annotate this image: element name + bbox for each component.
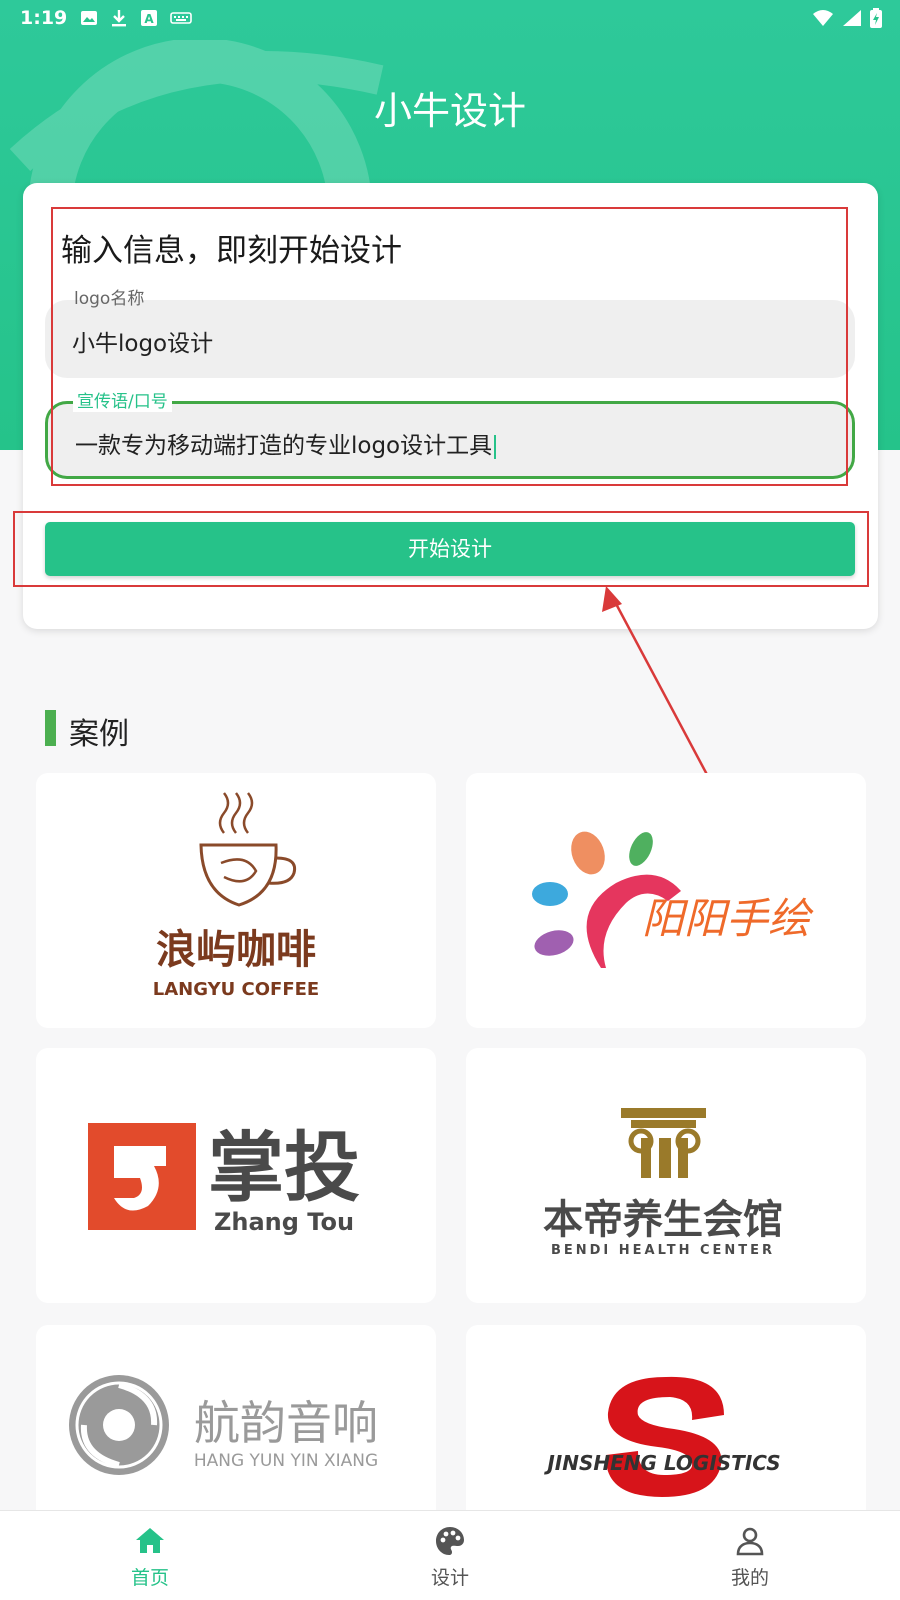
user-icon [736, 1527, 764, 1556]
download-icon [112, 10, 126, 27]
case-card[interactable]: 掌投 Zhang Tou [36, 1048, 436, 1303]
nav-home[interactable]: 首页 [70, 1511, 230, 1600]
slogan-field[interactable]: 宣传语/口号 一款专为移动端打造的专业logo设计工具 [45, 387, 855, 479]
font-icon: A [141, 10, 157, 26]
battery-icon [870, 8, 882, 28]
image-icon [81, 11, 97, 25]
design-input-card: 输入信息，即刻开始设计 logo名称 小牛logo设计 宣传语/口号 一款专为移… [23, 183, 878, 629]
case-name-3: 掌投 [208, 1123, 360, 1212]
start-design-button[interactable]: 开始设计 [45, 522, 855, 576]
svg-text:A: A [144, 12, 154, 26]
logo-name-input[interactable]: 小牛logo设计 [72, 324, 213, 358]
status-system-icons [812, 8, 882, 28]
logo-handpaint: 阳阳手绘 [532, 831, 814, 968]
wifi-icon [813, 10, 833, 26]
case-name-5: 航韵音响 [194, 1396, 378, 1450]
logo-zhangtou: 掌投 Zhang Tou [88, 1123, 360, 1236]
status-bar: 1:19 A [0, 0, 900, 36]
case-sub-4: BENDI HEALTH CENTER [551, 1243, 775, 1258]
case-sub-6: JINSHENG LOGISTICS [543, 1451, 780, 1475]
keyboard-icon [170, 12, 192, 24]
nav-home-label: 首页 [130, 1567, 169, 1589]
logo-name-field[interactable]: logo名称 小牛logo设计 [45, 289, 855, 378]
case-card[interactable]: 浪屿咖啡 LANGYU COFFEE [36, 773, 436, 1028]
home-icon [136, 1528, 164, 1553]
app-title: 小牛设计 [373, 89, 526, 133]
case-name-2: 阳阳手绘 [642, 894, 814, 943]
case-sub-3: Zhang Tou [214, 1208, 354, 1236]
cases-title: 案例 [69, 717, 129, 752]
logo-coffee: 浪屿咖啡 LANGYU COFFEE [153, 792, 319, 1000]
case-name-4: 本帝养生会馆 [543, 1197, 783, 1243]
section-accent-bar [45, 710, 56, 746]
case-card[interactable]: 本帝养生会馆 BENDI HEALTH CENTER [466, 1048, 866, 1303]
status-time: 1:19 [20, 7, 68, 29]
status-notification-icons: A [80, 9, 192, 27]
nav-mine-label: 我的 [730, 1567, 769, 1589]
logo-bendi: 本帝养生会馆 BENDI HEALTH CENTER [543, 1108, 783, 1258]
signal-icon [843, 10, 861, 26]
nav-mine[interactable]: 我的 [670, 1511, 830, 1600]
palette-icon [436, 1527, 464, 1555]
case-name-1: 浪屿咖啡 [156, 927, 316, 973]
case-sub-1: LANGYU COFFEE [153, 979, 319, 1000]
slogan-label: 宣传语/口号 [73, 387, 172, 412]
nav-design[interactable]: 设计 [370, 1511, 530, 1600]
logo-name-label: logo名称 [74, 289, 145, 309]
case-sub-5: HANG YUN YIN XIANG [194, 1451, 378, 1471]
slogan-input-wrap[interactable]: 一款专为移动端打造的专业logo设计工具 [75, 426, 497, 460]
form-heading: 输入信息，即刻开始设计 [61, 233, 402, 269]
bottom-navigation: 首页 设计 我的 [0, 1510, 900, 1600]
case-card[interactable]: 阳阳手绘 [466, 773, 866, 1028]
nav-design-label: 设计 [430, 1567, 469, 1589]
slogan-input[interactable]: 一款专为移动端打造的专业logo设计工具 [75, 433, 492, 459]
text-caret [494, 434, 497, 459]
